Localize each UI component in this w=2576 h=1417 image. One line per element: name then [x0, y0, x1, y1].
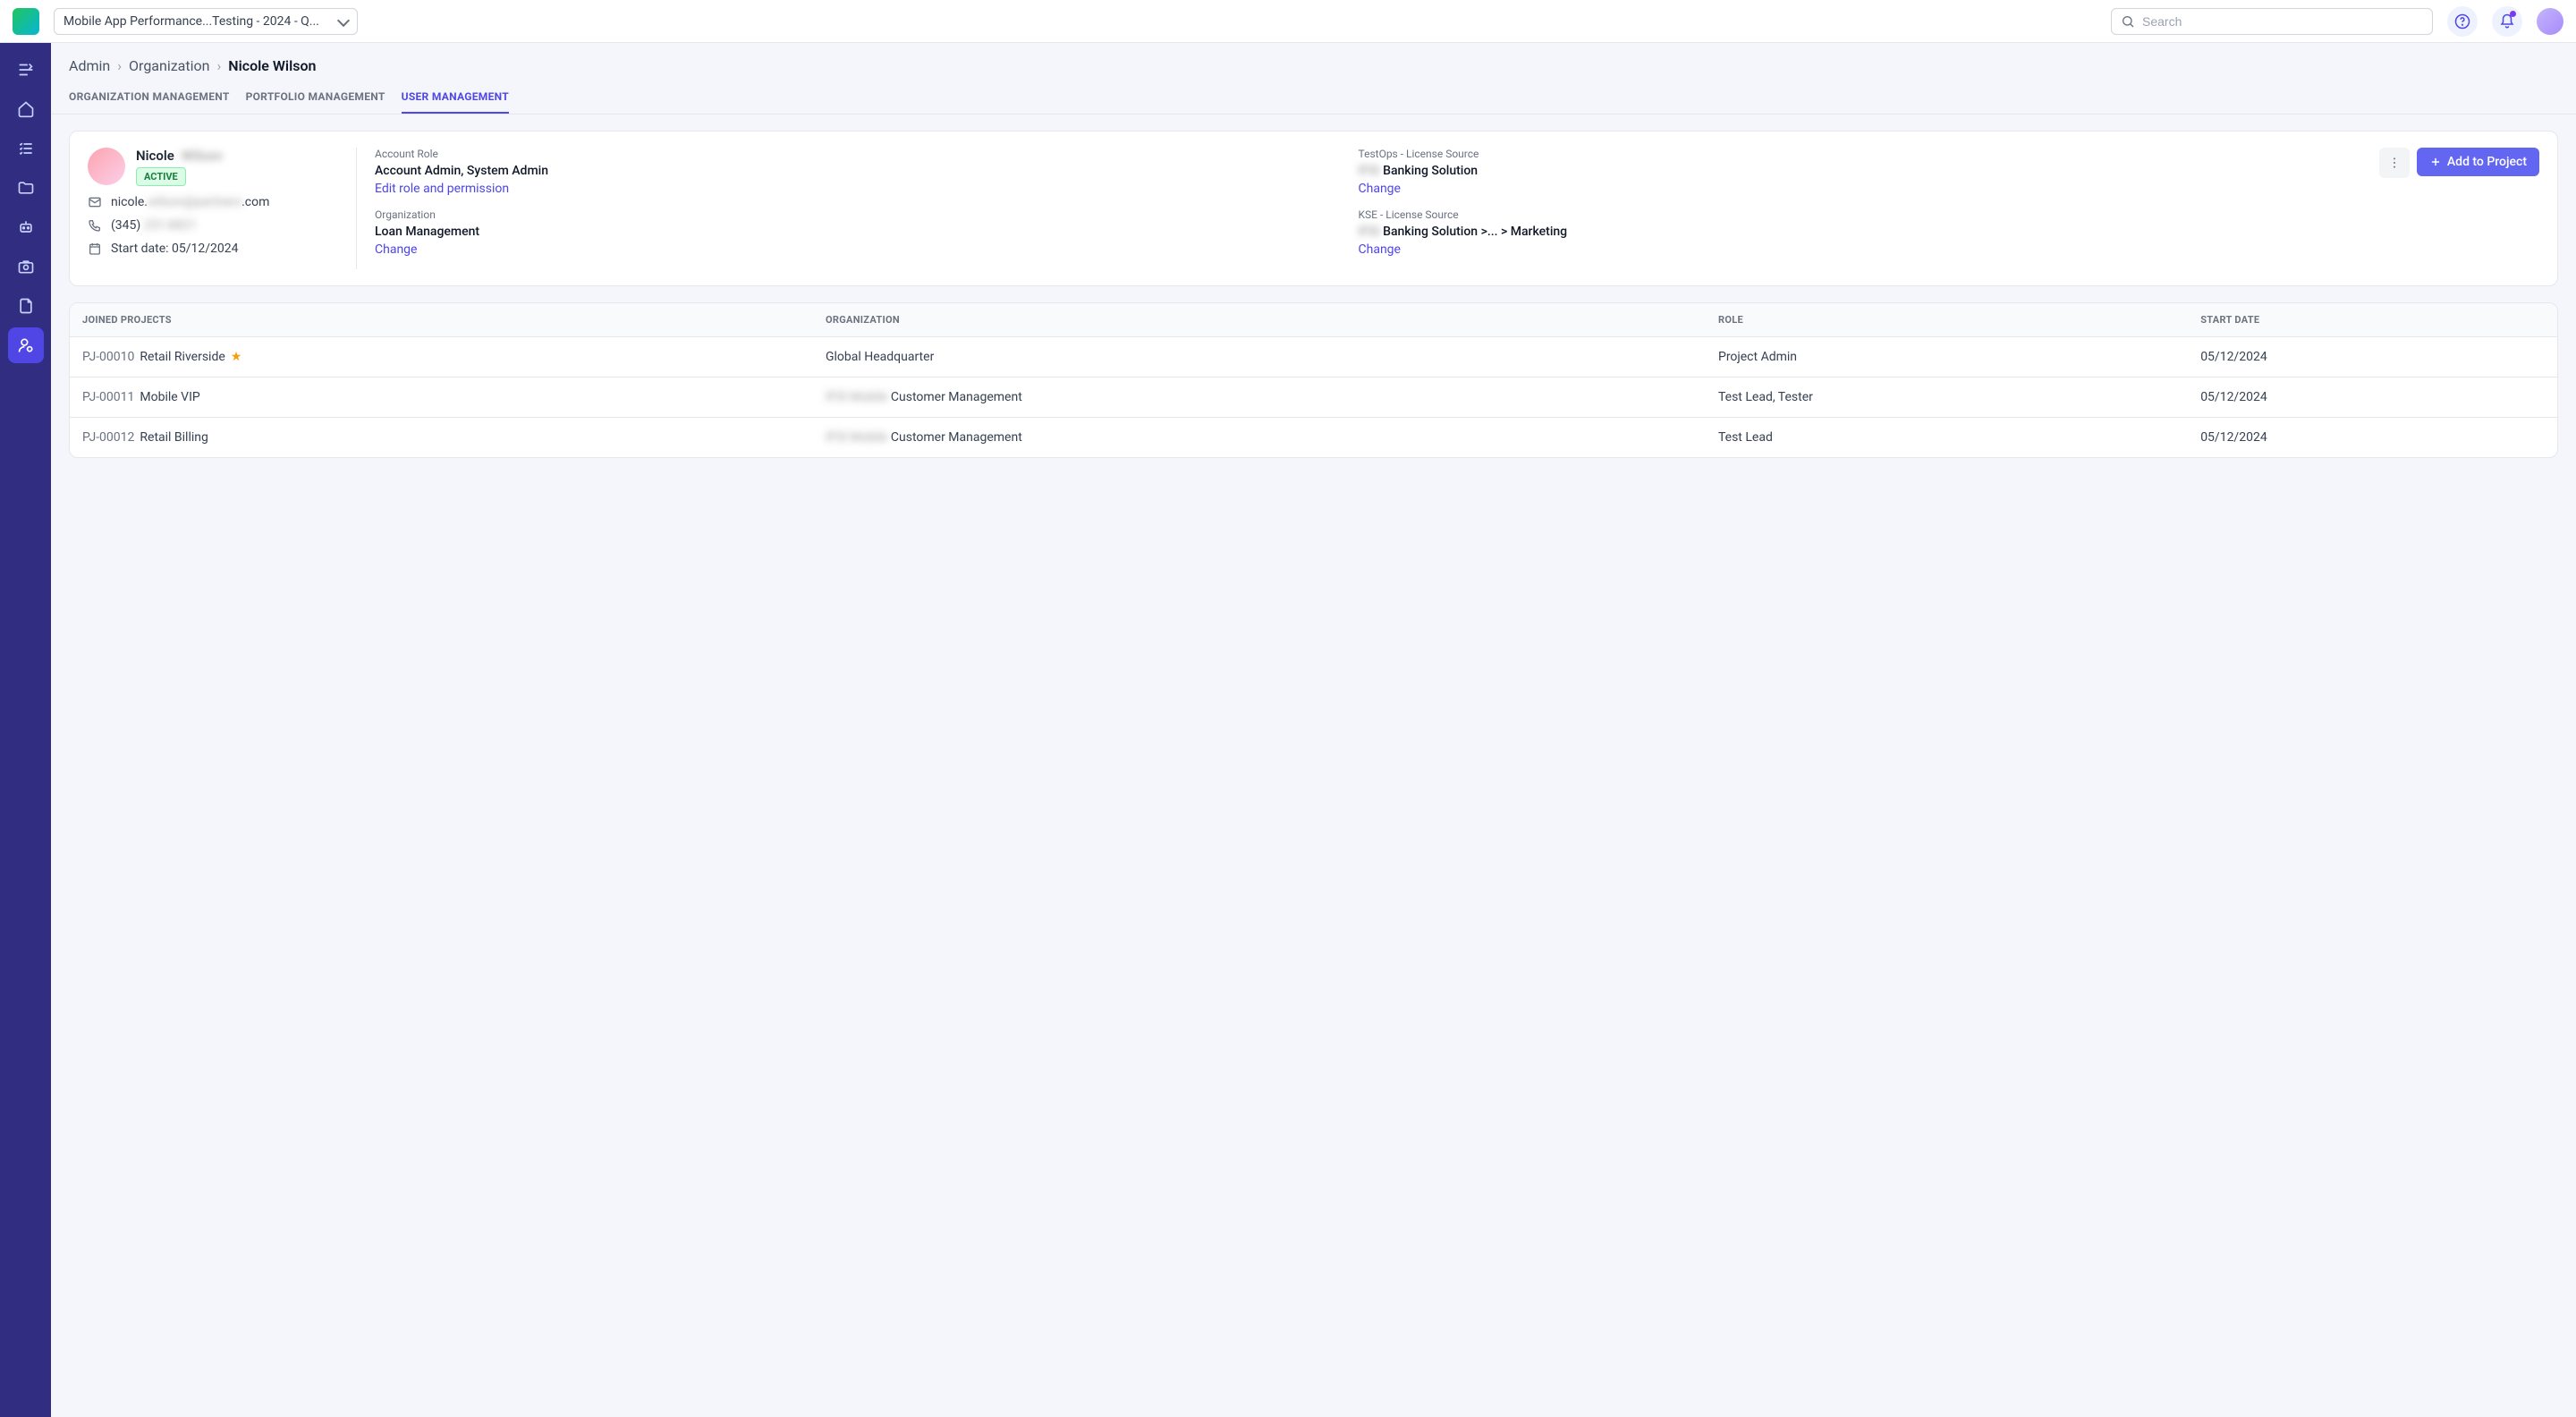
user-email: nicole.wilson@partners.com [88, 195, 338, 209]
project-org: IFSI Mobile Customer Management [813, 418, 1706, 458]
col-start-date: START DATE [2188, 303, 2557, 337]
add-to-project-label: Add to Project [2447, 155, 2527, 169]
project-role: Test Lead [1706, 418, 2188, 458]
camera-icon [17, 258, 35, 276]
user-first-name: Nicole [136, 148, 174, 164]
sidebar-item-camera[interactable] [8, 249, 44, 284]
project-id: PJ-00012 [82, 430, 134, 445]
table-row[interactable]: PJ-00010 Retail Riverside ★ Global Headquar… [70, 337, 2557, 378]
breadcrumb-admin[interactable]: Admin [69, 57, 110, 74]
tab-user-management[interactable]: USER MANAGEMENT [402, 81, 509, 114]
project-id: PJ-00010 [82, 350, 134, 364]
sidebar-item-user-settings[interactable] [8, 327, 44, 363]
testops-value: IFSI Banking Solution [1359, 164, 2343, 178]
breadcrumb-sep: › [216, 57, 221, 74]
project-name: Mobile VIP [140, 390, 199, 404]
chevron-down-icon [339, 14, 348, 29]
notifications-button[interactable] [2492, 6, 2522, 37]
help-button[interactable] [2447, 6, 2478, 37]
project-start-date: 05/12/2024 [2188, 418, 2557, 458]
user-avatar-menu[interactable] [2537, 8, 2563, 35]
search-input[interactable] [2142, 14, 2423, 29]
project-name: Retail Billing [140, 430, 208, 445]
testops-label: TestOps - License Source [1359, 148, 2343, 160]
sidebar-item-robot[interactable] [8, 209, 44, 245]
user-phone: (345) 231-8821 [88, 218, 338, 233]
sidebar-item-document[interactable] [8, 288, 44, 324]
col-joined-projects: JOINED PROJECTS [70, 303, 813, 337]
project-org: IFSI Mobile Customer Management [813, 378, 1706, 418]
project-selector-label: Mobile App Performance...Testing - 2024 … [64, 14, 332, 29]
user-start-date: Start date: 05/12/2024 [88, 242, 338, 256]
change-testops-link[interactable]: Change [1359, 182, 1401, 196]
search-input-wrapper[interactable] [2111, 8, 2433, 35]
project-start-date: 05/12/2024 [2188, 378, 2557, 418]
project-role: Project Admin [1706, 337, 2188, 378]
joined-projects-table: JOINED PROJECTS ORGANIZATION ROLE START … [69, 302, 2558, 458]
project-role: Test Lead, Tester [1706, 378, 2188, 418]
project-name: Retail Riverside [140, 350, 225, 364]
document-icon [17, 297, 35, 315]
sidebar-item-tasks[interactable] [8, 131, 44, 166]
help-icon [2454, 13, 2470, 30]
plus-icon [2429, 156, 2442, 168]
table-row[interactable]: PJ-00011 Mobile VIP IFSI Mobile Customer M… [70, 378, 2557, 418]
more-actions-button[interactable] [2379, 148, 2410, 178]
organization-value: Loan Management [375, 225, 1341, 239]
edit-role-link[interactable]: Edit role and permission [375, 182, 509, 196]
sidebar-item-folders[interactable] [8, 170, 44, 206]
home-icon [17, 100, 35, 118]
change-organization-link[interactable]: Change [375, 242, 417, 257]
sidebar-item-home[interactable] [8, 91, 44, 127]
topbar: Mobile App Performance...Testing - 2024 … [0, 0, 2576, 43]
breadcrumb-organization[interactable]: Organization [129, 57, 209, 74]
project-org: Global Headquarter [813, 337, 1706, 378]
main-content: Admin › Organization › Nicole Wilson ORG… [51, 43, 2576, 1417]
search-icon [2121, 14, 2135, 29]
sidebar [0, 43, 51, 1417]
account-role-label: Account Role [375, 148, 1341, 160]
checklist-icon [17, 140, 35, 157]
add-to-project-button[interactable]: Add to Project [2417, 148, 2539, 176]
folder-icon [17, 179, 35, 197]
col-organization: ORGANIZATION [813, 303, 1706, 337]
table-row[interactable]: PJ-00012 Retail Billing IFSI Mobile Custom… [70, 418, 2557, 458]
user-gear-icon [17, 336, 35, 354]
user-avatar [88, 148, 125, 185]
status-badge: ACTIVE [136, 167, 186, 186]
user-detail-card: Nicole Wilson ACTIVE nicole.wilson@partn… [69, 131, 2558, 286]
user-last-name: Wilson [182, 148, 223, 164]
robot-icon [17, 218, 35, 236]
tabs: ORGANIZATION MANAGEMENT PORTFOLIO MANAGE… [51, 81, 2576, 115]
kse-value: IFSI Banking Solution >... > Marketing [1359, 225, 2343, 239]
breadcrumb: Admin › Organization › Nicole Wilson [51, 43, 2576, 81]
change-kse-link[interactable]: Change [1359, 242, 1401, 257]
tab-organization-management[interactable]: ORGANIZATION MANAGEMENT [69, 81, 230, 114]
mail-icon [88, 195, 102, 209]
breadcrumb-current: Nicole Wilson [228, 57, 316, 74]
project-start-date: 05/12/2024 [2188, 337, 2557, 378]
project-selector[interactable]: Mobile App Performance...Testing - 2024 … [54, 8, 358, 35]
star-icon: ★ [231, 350, 242, 364]
more-vertical-icon [2387, 156, 2402, 170]
account-role-value: Account Admin, System Admin [375, 164, 1341, 178]
calendar-icon [88, 242, 102, 256]
project-id: PJ-00011 [82, 390, 134, 404]
col-role: ROLE [1706, 303, 2188, 337]
phone-icon [88, 218, 102, 233]
expand-icon [16, 60, 36, 80]
tab-portfolio-management[interactable]: PORTFOLIO MANAGEMENT [246, 81, 386, 114]
notification-dot [2510, 11, 2516, 17]
breadcrumb-sep: › [117, 57, 122, 74]
kse-label: KSE - License Source [1359, 208, 2343, 221]
app-logo [13, 8, 39, 35]
organization-label: Organization [375, 208, 1341, 221]
sidebar-toggle[interactable] [8, 52, 44, 88]
